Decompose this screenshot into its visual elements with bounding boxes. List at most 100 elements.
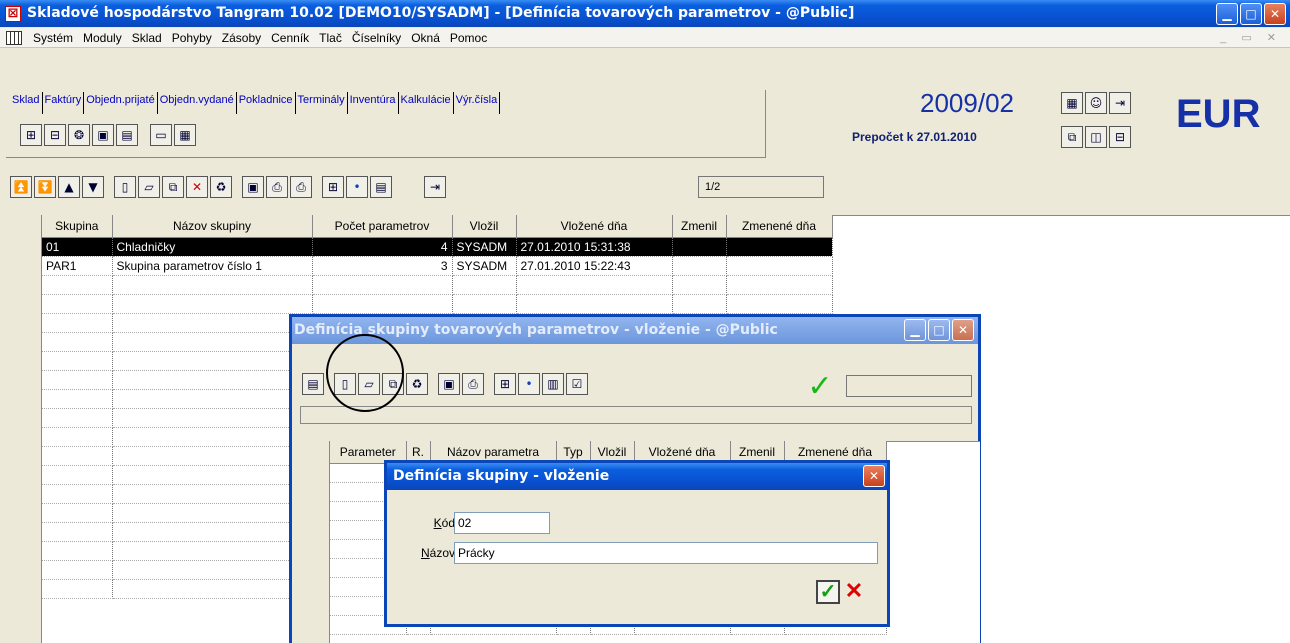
main-title-bar[interactable]: ⊠ Skladové hospodárstvo Tangram 10.02 [D… xyxy=(0,0,1290,27)
checklist-record-icon[interactable]: ☑ xyxy=(566,373,588,395)
tab-kalkulacie[interactable]: Kalkulácie xyxy=(399,92,454,114)
tab-terminaly[interactable]: Terminály xyxy=(296,92,348,114)
menu-bar: Systém Moduly Sklad Pohyby Zásoby Cenník… xyxy=(0,28,1290,48)
trash-icon[interactable]: ♻ xyxy=(210,176,232,198)
boxes-icon[interactable]: ▤ xyxy=(116,124,138,146)
last-record-icon[interactable]: ⏬ xyxy=(34,176,56,198)
col-nazov-skupiny[interactable]: Názov skupiny xyxy=(112,215,313,238)
cascade-icon[interactable]: ⧉ xyxy=(1061,126,1083,148)
dialog-title-bar[interactable]: Definícia skupiny - vloženie ✕ xyxy=(387,463,887,490)
dialog-ok-button[interactable]: ✓ xyxy=(816,580,840,604)
add-doc-icon[interactable]: ⊞ xyxy=(20,124,42,146)
print-icon[interactable]: ⎙ xyxy=(290,176,312,198)
tab-pokladnice[interactable]: Pokladnice xyxy=(237,92,296,114)
tile-horizontal-icon[interactable]: ⊟ xyxy=(1109,126,1131,148)
col-vlozil[interactable]: Vložil xyxy=(452,215,517,238)
monitor-icon[interactable]: ▣ xyxy=(92,124,114,146)
mdi-window-controls[interactable]: _ ▭ ✕ xyxy=(1220,31,1282,44)
subwindow-title-bar[interactable]: Definícia skupiny tovarových parametrov … xyxy=(292,317,978,344)
exit-icon[interactable]: ⇥ xyxy=(1109,92,1131,114)
tab-sklad[interactable]: Sklad xyxy=(10,92,43,114)
prev-record-icon[interactable]: ▲ xyxy=(58,176,80,198)
menu-cennik[interactable]: Cenník xyxy=(266,31,314,45)
cell-zmenene xyxy=(726,237,833,257)
trash-record-icon[interactable]: ♻ xyxy=(406,373,428,395)
dot-record-icon[interactable]: • xyxy=(518,373,540,395)
header-tools-bottom: ⧉ ◫ ⊟ xyxy=(1061,126,1133,148)
table-view-icon[interactable]: ▦ xyxy=(174,124,196,146)
menu-tlac[interactable]: Tlač xyxy=(314,31,347,45)
minimize-button[interactable]: ▁ xyxy=(1216,2,1238,25)
confirm-check-icon[interactable]: ✓ xyxy=(804,372,836,404)
exit-toolbar-icon[interactable]: ⇥ xyxy=(424,176,446,198)
period-label: 2009/02 xyxy=(920,88,1014,118)
menu-pomoc[interactable]: Pomoc xyxy=(445,31,492,45)
print-record-icon[interactable]: ⎙ xyxy=(462,373,484,395)
dialog-cancel-button[interactable]: ✕ xyxy=(842,580,866,604)
menu-zasoby[interactable]: Zásoby xyxy=(217,31,266,45)
table-row[interactable]: 01 Chladničky 4 SYSADM 27.01.2010 15:31:… xyxy=(42,237,833,257)
dot-icon[interactable]: • xyxy=(346,176,368,198)
cell-skupina: 01 xyxy=(42,237,113,257)
remove-doc-icon[interactable]: ⊟ xyxy=(44,124,66,146)
kod-label: Kód xyxy=(433,516,455,530)
tab-objedn-prijate[interactable]: Objedn.prijaté xyxy=(84,92,158,114)
open-icon[interactable]: ▱ xyxy=(138,176,160,198)
menu-pohyby[interactable]: Pohyby xyxy=(167,31,217,45)
col-vlozene-dna[interactable]: Vložené dňa xyxy=(516,215,673,238)
window-menu-icon[interactable] xyxy=(6,30,22,45)
properties-icon[interactable]: ▤ xyxy=(302,373,324,395)
subwindow-minimize-button[interactable]: ▁ xyxy=(904,319,926,341)
dialog-title: Definícia skupiny - vloženie xyxy=(393,468,610,484)
col-zmenil[interactable]: Zmenil xyxy=(672,215,727,238)
menu-okna[interactable]: Okná xyxy=(406,31,445,45)
nazov-field[interactable]: Prácky xyxy=(454,542,878,564)
subwindow-close-button[interactable]: ✕ xyxy=(952,319,974,341)
new-icon[interactable]: ▯ xyxy=(114,176,136,198)
col-zmenene-dna[interactable]: Zmenené dňa xyxy=(726,215,833,238)
columns-icon[interactable]: ⊞ xyxy=(322,176,344,198)
calendar-icon[interactable]: ▦ xyxy=(1061,92,1083,114)
cell-skupina: PAR1 xyxy=(42,256,113,276)
copy-icon[interactable]: ⧉ xyxy=(162,176,184,198)
cell-nazov: Skupina parametrov číslo 1 xyxy=(112,256,313,276)
dialog-close-button[interactable]: ✕ xyxy=(863,465,885,487)
tab-vyr-cisla[interactable]: Výr.čísla xyxy=(454,92,501,114)
currency-label: EUR xyxy=(1176,92,1261,136)
cell-zmenene xyxy=(726,256,833,276)
nazov-label: Názov xyxy=(420,546,455,560)
menu-ciselniky[interactable]: Číselníky xyxy=(347,31,406,45)
maximize-button[interactable]: □ xyxy=(1240,2,1262,25)
delete-icon[interactable]: ✕ xyxy=(186,176,208,198)
preview-icon[interactable]: ⎙ xyxy=(266,176,288,198)
dialog-body: Kód 02 Názov Prácky ✓ ✕ xyxy=(387,490,887,624)
package-icon[interactable]: ❂ xyxy=(68,124,90,146)
kod-field[interactable]: 02 xyxy=(454,512,550,534)
columns-record-icon[interactable]: ⊞ xyxy=(494,373,516,395)
subwindow-maximize-button[interactable]: □ xyxy=(928,319,950,341)
screen-icon[interactable]: ▣ xyxy=(242,176,264,198)
subwindow-info-bar xyxy=(300,406,972,424)
tile-vertical-icon[interactable]: ◫ xyxy=(1085,126,1107,148)
header-tools-top: ▦ ☺ ⇥ xyxy=(1061,92,1133,114)
first-record-icon[interactable]: ⏫ xyxy=(10,176,32,198)
menu-moduly[interactable]: Moduly xyxy=(78,31,127,45)
col-skupina[interactable]: Skupina xyxy=(42,215,113,238)
document-icon[interactable]: ▤ xyxy=(370,176,392,198)
cell-vlozene: 27.01.2010 15:31:38 xyxy=(516,237,673,257)
next-record-icon[interactable]: ▼ xyxy=(82,176,104,198)
col-pocet-parametrov[interactable]: Počet parametrov xyxy=(312,215,453,238)
menu-system[interactable]: Systém xyxy=(28,31,78,45)
list-record-icon[interactable]: ▥ xyxy=(542,373,564,395)
tab-objedn-vydane[interactable]: Objedn.vydané xyxy=(158,92,237,114)
tab-inventura[interactable]: Inventúra xyxy=(348,92,399,114)
close-button[interactable]: ✕ xyxy=(1264,2,1286,25)
table-row[interactable]: PAR1 Skupina parametrov číslo 1 3 SYSADM… xyxy=(42,256,833,276)
screen-record-icon[interactable]: ▣ xyxy=(438,373,460,395)
cell-vlozil: SYSADM xyxy=(452,237,517,257)
menu-sklad[interactable]: Sklad xyxy=(127,31,167,45)
cell-vlozil: SYSADM xyxy=(452,256,517,276)
tab-faktury[interactable]: Faktúry xyxy=(43,92,85,114)
user-icon[interactable]: ☺ xyxy=(1085,92,1107,114)
form-view-icon[interactable]: ▭ xyxy=(150,124,172,146)
